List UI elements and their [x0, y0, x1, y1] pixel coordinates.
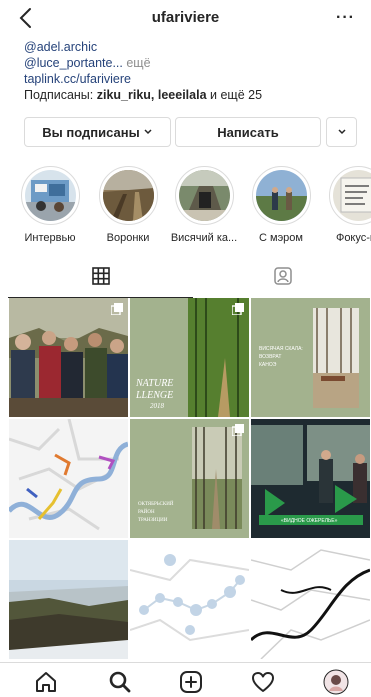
profile-bio: @adel.archic @luce_portante... ещё tapli…: [24, 39, 262, 103]
tab-posts-grid[interactable]: [8, 264, 193, 298]
suggested-accounts-button[interactable]: [326, 117, 357, 147]
bottom-navigation: [0, 662, 371, 697]
highlight-item[interactable]: Висячий ка...: [166, 166, 242, 244]
followed-by-names: ziku_riku, leeeilala: [96, 88, 207, 102]
chevron-down-icon: [144, 129, 152, 135]
subscribed-button[interactable]: Вы подписаны: [24, 117, 171, 147]
highlight-cover: [102, 170, 154, 221]
multiple-photos-icon: [232, 424, 244, 436]
svg-text:ВИСЯЧАЯ СКАЛА:: ВИСЯЧАЯ СКАЛА:: [259, 346, 303, 352]
post-thumbnail[interactable]: [9, 298, 128, 417]
post-thumbnail[interactable]: ВИСЯЧАЯ СКАЛА: ВОЗВРАТ КАНОЭ: [251, 298, 370, 417]
posts-grid: NATURE LLENGE 2018 ВИСЯЧАЯ СКАЛА: ВОЗВРА…: [9, 298, 371, 662]
highlight-item[interactable]: Фокус-гр: [320, 166, 371, 244]
search-icon[interactable]: [107, 669, 133, 695]
grid-icon: [91, 267, 110, 285]
svg-text:2018: 2018: [150, 402, 165, 410]
svg-text:РАЙОН: РАЙОН: [138, 509, 155, 515]
bio-mention-link[interactable]: @luce_portante...: [24, 56, 123, 70]
highlight-item[interactable]: Интервью: [12, 166, 88, 244]
highlight-cover: [24, 170, 76, 221]
add-post-icon[interactable]: [178, 669, 204, 695]
post-caption: «ВИДНОЕ ОЖЕРЕЛЬЕ»: [281, 518, 338, 524]
more-options-icon[interactable]: ···: [336, 9, 355, 27]
highlight-cover: [255, 170, 307, 221]
followed-by-prefix: Подписаны:: [24, 88, 97, 102]
svg-text:ТРАНЗИЦИИ: ТРАНЗИЦИИ: [138, 518, 168, 523]
post-thumbnail[interactable]: [251, 540, 370, 659]
profile-avatar[interactable]: [323, 669, 349, 695]
svg-text:LLENGE: LLENGE: [135, 390, 173, 401]
home-icon[interactable]: [33, 669, 59, 695]
bio-website-link[interactable]: taplink.cc/ufariviere: [24, 72, 131, 86]
tagged-person-icon: [273, 267, 292, 285]
highlight-item[interactable]: С мэром: [243, 166, 319, 244]
message-button-label: Написать: [217, 124, 279, 140]
bio-mention-link[interactable]: @adel.archic: [24, 40, 97, 54]
highlight-cover: [178, 170, 230, 221]
heart-icon[interactable]: [250, 669, 276, 695]
message-button[interactable]: Написать: [175, 117, 321, 147]
highlight-label: Фокус-гр: [335, 232, 371, 244]
followed-by-suffix: и ещё 25: [206, 88, 263, 102]
highlight-item[interactable]: Воронки: [90, 166, 166, 244]
post-thumbnail[interactable]: [130, 540, 249, 659]
story-highlights: Интервью Воронки Висячий ка... С мэром Ф…: [0, 166, 371, 246]
followed-by-text[interactable]: Подписаны: ziku_riku, leeeilala и ещё 25: [24, 87, 262, 103]
post-thumbnail[interactable]: ОКТЯБРЬСКИЙ РАЙОН ТРАНЗИЦИИ: [130, 419, 249, 538]
highlight-label: С мэром: [259, 232, 303, 244]
svg-text:NATURE: NATURE: [135, 378, 173, 389]
post-thumbnail[interactable]: NATURE LLENGE 2018: [130, 298, 249, 417]
multiple-photos-icon: [111, 303, 123, 315]
bio-more-link[interactable]: ещё: [123, 56, 150, 70]
multiple-photos-icon: [232, 303, 244, 315]
subscribed-button-label: Вы подписаны: [42, 124, 140, 140]
post-thumbnail[interactable]: [9, 419, 128, 538]
top-bar: ufariviere ···: [0, 0, 371, 36]
svg-text:ОКТЯБРЬСКИЙ: ОКТЯБРЬСКИЙ: [138, 501, 174, 507]
highlight-label: Висячий ка...: [170, 232, 238, 244]
profile-username: ufariviere: [151, 9, 220, 26]
post-thumbnail[interactable]: [9, 540, 128, 659]
post-thumbnail[interactable]: «ВИДНОЕ ОЖЕРЕЛЬЕ»: [251, 419, 370, 538]
svg-text:ВОЗВРАТ: ВОЗВРАТ: [259, 354, 281, 360]
profile-action-buttons: Вы подписаны Написать: [24, 117, 357, 147]
highlight-cover: [332, 170, 371, 221]
chevron-down-icon: [337, 129, 346, 135]
profile-tabs: [0, 264, 371, 298]
svg-text:КАНОЭ: КАНОЭ: [259, 362, 277, 368]
highlight-label: Воронки: [106, 232, 150, 244]
tab-tagged[interactable]: [190, 264, 371, 298]
highlight-label: Интервью: [24, 232, 76, 244]
